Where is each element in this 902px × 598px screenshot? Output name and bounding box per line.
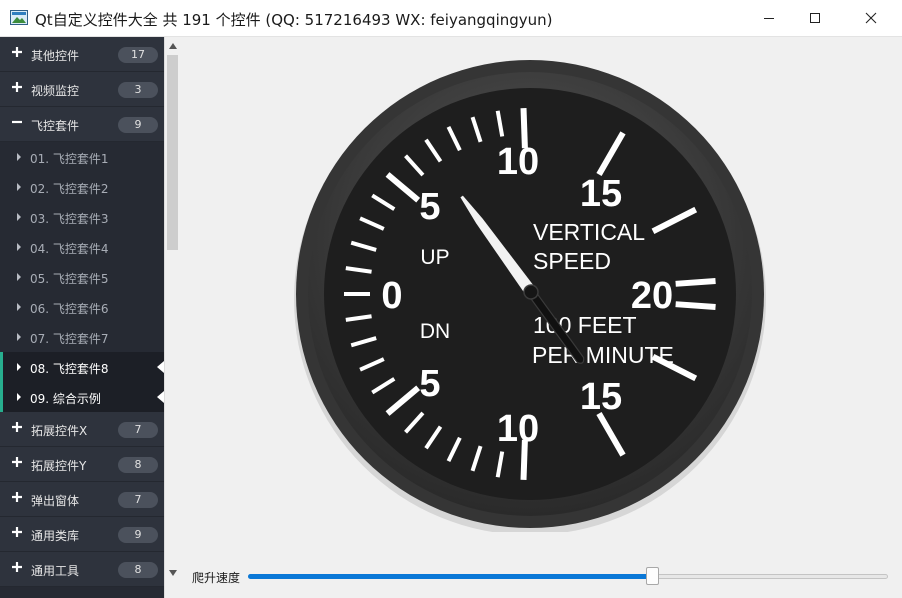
sidebar-group[interactable]: 弹出窗体 7 [0,482,164,517]
scale-label-down-5: 5 [419,363,440,405]
unit-line-2: PER MINUTE [532,342,674,368]
gauge-tick [675,278,716,287]
sidebar-child-item-selected[interactable]: 09. 综合示例 [0,382,164,412]
group-label: 拓展控件X [31,424,88,438]
plus-icon [12,527,22,537]
triangle-right-icon [17,333,21,341]
close-button[interactable] [848,0,894,36]
child-label: 02. 飞控套件2 [30,182,109,196]
sidebar-group[interactable]: 拓展控件Y 8 [0,447,164,482]
triangle-right-icon [17,273,21,281]
triangle-right-icon [17,363,21,371]
plus-icon [12,82,22,92]
count-badge: 17 [118,47,158,63]
group-label: 通用工具 [31,564,80,578]
climb-rate-slider-handle[interactable] [646,567,660,585]
caret-up-icon [169,42,177,49]
scale-label-up-15: 15 [580,173,622,215]
child-label: 09. 综合示例 [30,392,101,406]
maximize-button[interactable] [792,0,838,36]
down-label: DN [420,320,450,343]
scale-label-down-15: 15 [580,376,622,418]
scroll-thumb[interactable] [167,55,178,250]
scale-label-20: 20 [631,275,673,317]
child-label: 05. 飞控套件5 [30,272,109,286]
up-label: UP [420,246,449,269]
vertical-speed-gauge: 5 10 15 20 0 5 10 15 VERTICAL SPEED UP D… [294,60,766,532]
sidebar-group[interactable]: 视频监控 3 [0,72,164,107]
sidebar-child-item-selected[interactable]: 08. 飞控套件8 [0,352,164,382]
plus-icon [12,492,22,502]
sidebar-tree: 其他控件 17 视频监控 3 飞控套件 9 01. 飞控套件1 02. 飞控套件… [0,37,164,598]
group-label: 飞控套件 [31,119,80,133]
child-label: 03. 飞控套件3 [30,212,109,226]
child-label: 08. 飞控套件8 [30,362,109,376]
gauge-tick [675,301,716,310]
window-title: Qt自定义控件大全 共 191 个控件 (QQ: 517216493 WX: f… [35,11,553,29]
scroll-down-button[interactable] [165,564,181,581]
sidebar-child-item[interactable]: 06. 飞控套件6 [0,292,164,322]
sidebar-child-item[interactable]: 04. 飞控套件4 [0,232,164,262]
sidebar-group[interactable]: 通用工具 8 [0,552,164,587]
title-bar: Qt自定义控件大全 共 191 个控件 (QQ: 517216493 WX: f… [0,0,902,37]
plus-icon [12,457,22,467]
scale-label-0: 0 [381,275,402,317]
sidebar-child-item[interactable]: 05. 飞控套件5 [0,262,164,292]
app-icon [10,10,28,25]
scale-label-up-5: 5 [419,186,440,228]
group-label: 拓展控件Y [31,459,87,473]
group-label: 视频监控 [31,84,80,98]
count-badge: 9 [118,527,158,543]
sidebar-child-item[interactable]: 01. 飞控套件1 [0,142,164,172]
triangle-right-icon [17,183,21,191]
maximize-icon [810,13,820,23]
slider-label: 爬升速度 [192,571,241,585]
caret-down-icon [169,569,177,576]
group-label: 通用类库 [31,529,80,543]
sidebar-child-item[interactable]: 03. 飞控套件3 [0,202,164,232]
count-badge: 3 [118,82,158,98]
title-speed: SPEED [533,248,611,274]
child-label: 07. 飞控套件7 [30,332,109,346]
minimize-button[interactable] [746,0,792,36]
group-label: 其他控件 [31,49,80,63]
plus-icon [12,422,22,432]
count-badge: 9 [118,117,158,133]
sidebar-scrollbar[interactable] [164,37,181,598]
child-label: 01. 飞控套件1 [30,152,109,166]
triangle-right-icon [17,393,21,401]
scale-label-up-10: 10 [497,141,539,183]
triangle-right-icon [17,303,21,311]
climb-rate-slider-fill [248,574,653,579]
triangle-right-icon [17,153,21,161]
selection-arrow-icon [157,391,164,403]
child-label: 04. 飞控套件4 [30,242,109,256]
minus-icon [12,120,22,124]
plus-icon [12,47,22,57]
sidebar-group-expanded[interactable]: 飞控套件 9 [0,107,164,142]
title-vertical: VERTICAL [533,219,645,245]
triangle-right-icon [17,243,21,251]
triangle-right-icon [17,213,21,221]
count-badge: 7 [118,492,158,508]
sidebar-group[interactable]: 其他控件 17 [0,37,164,72]
scroll-up-button[interactable] [165,37,181,54]
sidebar-child-item[interactable]: 07. 飞控套件7 [0,322,164,352]
sidebar-child-item[interactable]: 02. 飞控套件2 [0,172,164,202]
sidebar-group[interactable]: 通用类库 9 [0,517,164,552]
plus-icon [12,562,22,572]
sidebar-group[interactable]: 拓展控件X 7 [0,412,164,447]
scale-label-down-10: 10 [497,408,539,450]
count-badge: 8 [118,562,158,578]
minimize-icon [764,18,774,19]
selection-arrow-icon [157,361,164,373]
close-icon [865,12,877,24]
child-label: 06. 飞控套件6 [30,302,109,316]
count-badge: 8 [118,457,158,473]
group-label: 弹出窗体 [31,494,80,508]
count-badge: 7 [118,422,158,438]
